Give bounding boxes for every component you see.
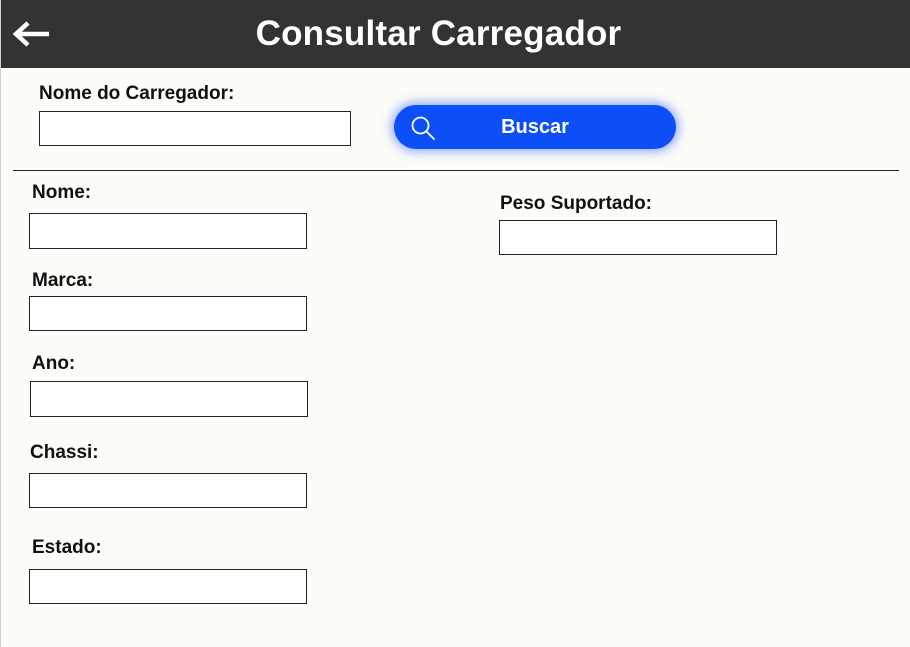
section-divider: [13, 170, 899, 171]
chassi-field[interactable]: [29, 473, 307, 508]
search-button-label: Buscar: [501, 116, 569, 138]
header-bar: Consultar Carregador: [1, 0, 910, 68]
peso-suportado-field[interactable]: [499, 220, 777, 255]
search-name-input[interactable]: [39, 111, 351, 146]
nome-field[interactable]: [29, 213, 307, 249]
ano-field[interactable]: [30, 381, 308, 417]
ano-label: Ano:: [32, 353, 76, 374]
app-window: Consultar Carregador Nome do Carregador:…: [0, 0, 910, 647]
search-icon: [411, 116, 435, 140]
estado-field[interactable]: [29, 569, 307, 604]
marca-label: Marca:: [32, 270, 94, 291]
marca-field[interactable]: [29, 296, 307, 331]
estado-label: Estado:: [32, 537, 102, 558]
nome-label: Nome:: [32, 182, 92, 203]
chassi-label: Chassi:: [30, 442, 99, 463]
peso-suportado-label: Peso Suportado:: [500, 193, 653, 214]
search-name-label: Nome do Carregador:: [39, 83, 235, 104]
search-button[interactable]: Buscar: [394, 105, 676, 149]
page-title: Consultar Carregador: [255, 14, 622, 53]
